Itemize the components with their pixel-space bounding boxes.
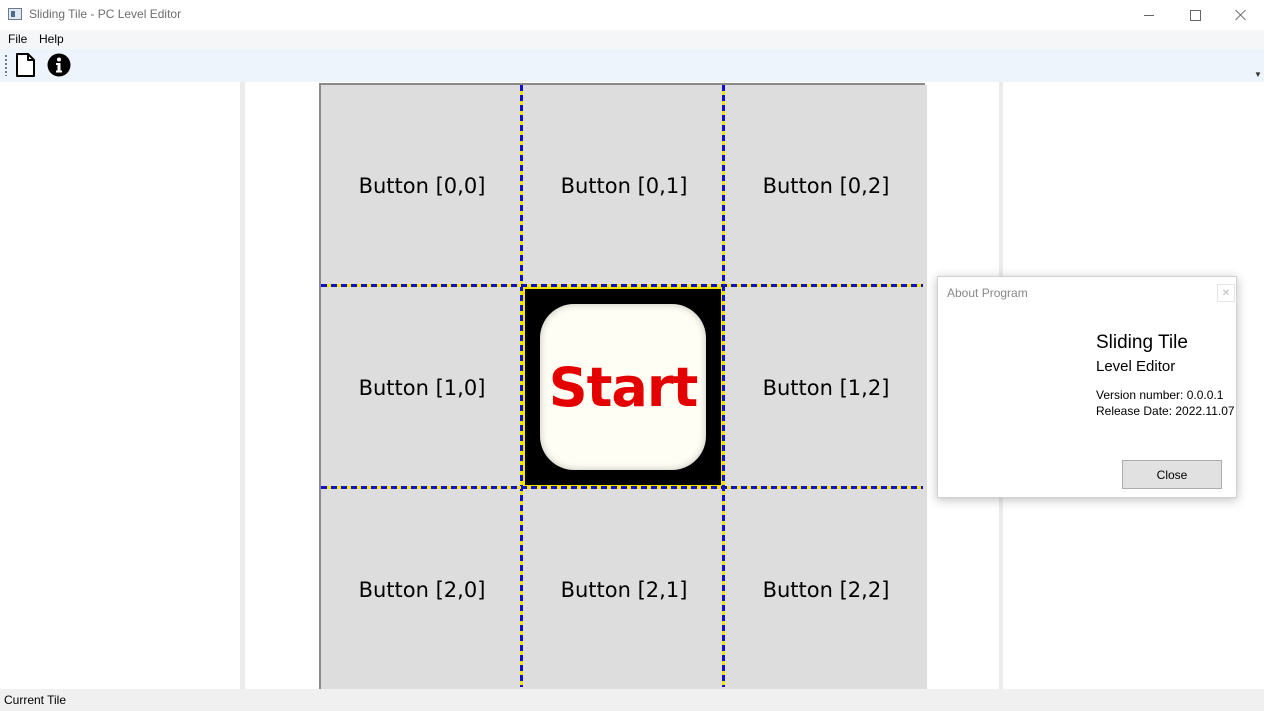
new-document-icon: [16, 53, 35, 77]
grid-cell-2-1[interactable]: Button [2,1]: [523, 489, 725, 691]
grid-cell-0-0[interactable]: Button [0,0]: [321, 85, 523, 287]
cell-label: Button [0,2]: [762, 174, 890, 198]
cell-label: Button [1,2]: [762, 376, 890, 400]
cell-label: Button [1,0]: [358, 376, 486, 400]
grid-cell-2-2[interactable]: Button [2,2]: [725, 489, 927, 691]
start-tile-image: Start: [540, 304, 706, 470]
cell-label: Button [2,1]: [560, 578, 688, 602]
about-version: Version number: 0.0.0.1: [1096, 388, 1224, 402]
grid-cell-2-0[interactable]: Button [2,0]: [321, 489, 523, 691]
info-icon: [47, 53, 71, 77]
toolbar-overflow-icon[interactable]: ▼: [1254, 70, 1262, 79]
window-title: Sliding Tile - PC Level Editor: [29, 7, 182, 21]
close-window-button[interactable]: [1218, 0, 1264, 30]
grid-line-horizontal: [321, 486, 923, 489]
minimize-button[interactable]: [1126, 0, 1172, 30]
status-text: Current Tile: [4, 693, 67, 707]
about-release-date: Release Date: 2022.11.07: [1096, 404, 1235, 418]
menu-file[interactable]: File: [8, 32, 27, 46]
about-dialog-title: About Program: [947, 286, 1028, 300]
cell-label: Button [0,1]: [560, 174, 688, 198]
app-icon: [8, 8, 22, 20]
cell-label: Button [2,2]: [762, 578, 890, 602]
toolbar-grip[interactable]: [5, 55, 7, 76]
grid-cell-1-0[interactable]: Button [1,0]: [321, 287, 523, 489]
start-label: Start: [548, 355, 699, 419]
left-splitter[interactable]: [240, 82, 245, 689]
cell-label: Button [2,0]: [358, 578, 486, 602]
about-dialog-close-icon[interactable]: ✕: [1217, 284, 1235, 302]
grid-line-vertical: [520, 85, 523, 687]
start-tile[interactable]: Start: [523, 287, 723, 487]
about-app-subtitle: Level Editor: [1096, 358, 1176, 375]
cell-label: Button [0,0]: [358, 174, 486, 198]
grid-cell-1-2[interactable]: Button [1,2]: [725, 287, 927, 489]
grid-line-vertical: [722, 85, 725, 687]
left-panel: [0, 82, 240, 689]
grid-cell-0-1[interactable]: Button [0,1]: [523, 85, 725, 287]
about-app-name: Sliding Tile: [1096, 332, 1188, 353]
tile-grid: Button [0,0] Button [0,1] Button [0,2] B…: [319, 83, 927, 691]
title-bar[interactable]: Sliding Tile - PC Level Editor: [0, 0, 1264, 30]
about-close-button[interactable]: Close: [1122, 460, 1222, 489]
menu-bar: File Help: [0, 30, 1264, 49]
status-bar: Current Tile: [0, 689, 1264, 711]
about-dialog: About Program ✕ Sliding Tile Level Edito…: [937, 276, 1237, 498]
grid-line-horizontal: [321, 284, 923, 287]
minimize-icon: [1144, 14, 1154, 16]
grid-cell-0-2[interactable]: Button [0,2]: [725, 85, 927, 287]
toolbar: ▼: [0, 49, 1264, 82]
new-level-button[interactable]: [12, 52, 38, 78]
maximize-icon: [1189, 9, 1201, 21]
maximize-button[interactable]: [1172, 0, 1218, 30]
about-button[interactable]: [46, 52, 72, 78]
close-icon: [1235, 9, 1247, 21]
menu-help[interactable]: Help: [39, 32, 64, 46]
